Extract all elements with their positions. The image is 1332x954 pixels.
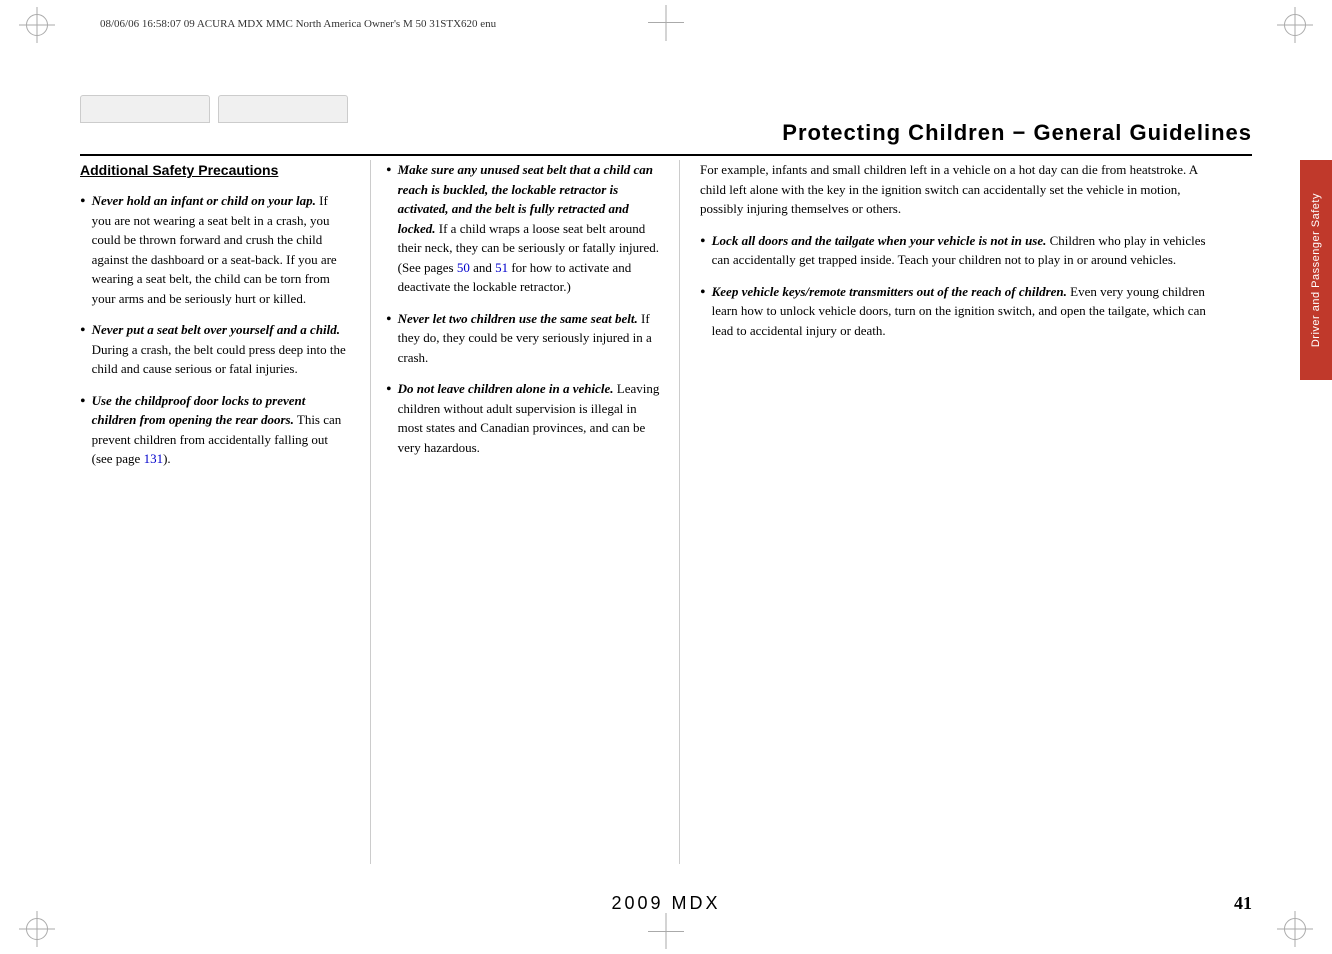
bullet-text-6: Do not leave children alone in a vehicle… (398, 379, 664, 457)
bullet-text-7: Lock all doors and the tailgate when you… (712, 231, 1222, 270)
page-number: 41 (1234, 893, 1252, 914)
page-link-50[interactable]: 50 (457, 260, 470, 275)
crop-mark-top-v (666, 5, 667, 41)
bullet-dot: • (386, 379, 392, 401)
footer: 2009 MDX (80, 893, 1252, 914)
section-title: Additional Safety Precautions (80, 160, 350, 181)
bullet-text-3: Use the childproof door locks to prevent… (92, 391, 350, 469)
bullet-dot: • (386, 160, 392, 182)
header-meta: 08/06/06 16:58:07 09 ACURA MDX MMC North… (100, 18, 496, 30)
bullet-dot: • (386, 309, 392, 331)
bullet-text-1: Never hold an infant or child on your la… (92, 191, 350, 308)
crop-mark-bottom-v (666, 913, 667, 949)
reg-mark-top-right (1284, 14, 1306, 36)
page-title: Protecting Children − General Guidelines (80, 120, 1252, 146)
bullet-item: • Make sure any unused seat belt that a … (386, 160, 664, 297)
bullet-item: • Never let two children use the same se… (386, 309, 664, 368)
footer-model: 2009 MDX (611, 893, 720, 914)
nav-tabs (80, 95, 348, 123)
left-column: Additional Safety Precautions • Never ho… (80, 160, 370, 864)
bullet-text-5: Never let two children use the same seat… (398, 309, 664, 368)
side-tab-label: Driver and Passenger Safety (1310, 193, 1322, 347)
bullet-item: • Use the childproof door locks to preve… (80, 391, 350, 469)
middle-column: • Make sure any unused seat belt that a … (370, 160, 680, 864)
bullet-dot: • (80, 320, 86, 342)
bullet-item: • Keep vehicle keys/remote transmitters … (700, 282, 1222, 341)
bullet-dot: • (80, 191, 86, 213)
reg-mark-top-left (26, 14, 48, 36)
bullet-dot: • (80, 391, 86, 413)
content-area: Additional Safety Precautions • Never ho… (80, 160, 1222, 864)
bullet-dot: • (700, 231, 706, 253)
bullet-text-4: Make sure any unused seat belt that a ch… (398, 160, 664, 297)
bullet-dot: • (700, 282, 706, 304)
page: 08/06/06 16:58:07 09 ACURA MDX MMC North… (0, 0, 1332, 954)
page-link-51[interactable]: 51 (495, 260, 508, 275)
side-tab: Driver and Passenger Safety (1300, 160, 1332, 380)
intro-text: For example, infants and small children … (700, 160, 1222, 219)
page-link-131[interactable]: 131 (144, 451, 164, 466)
bullet-item: • Do not leave children alone in a vehic… (386, 379, 664, 457)
reg-mark-bottom-right (1284, 918, 1306, 940)
nav-tab-1[interactable] (80, 95, 210, 123)
bullet-text-2: Never put a seat belt over yourself and … (92, 320, 350, 379)
right-column: For example, infants and small children … (680, 160, 1222, 864)
nav-tab-2[interactable] (218, 95, 348, 123)
reg-mark-bottom-left (26, 918, 48, 940)
page-title-bar: Protecting Children − General Guidelines (80, 120, 1252, 156)
bullet-item: • Never hold an infant or child on your … (80, 191, 350, 308)
bullet-item: • Lock all doors and the tailgate when y… (700, 231, 1222, 270)
bullet-text-8: Keep vehicle keys/remote transmitters ou… (712, 282, 1222, 341)
bullet-item: • Never put a seat belt over yourself an… (80, 320, 350, 379)
